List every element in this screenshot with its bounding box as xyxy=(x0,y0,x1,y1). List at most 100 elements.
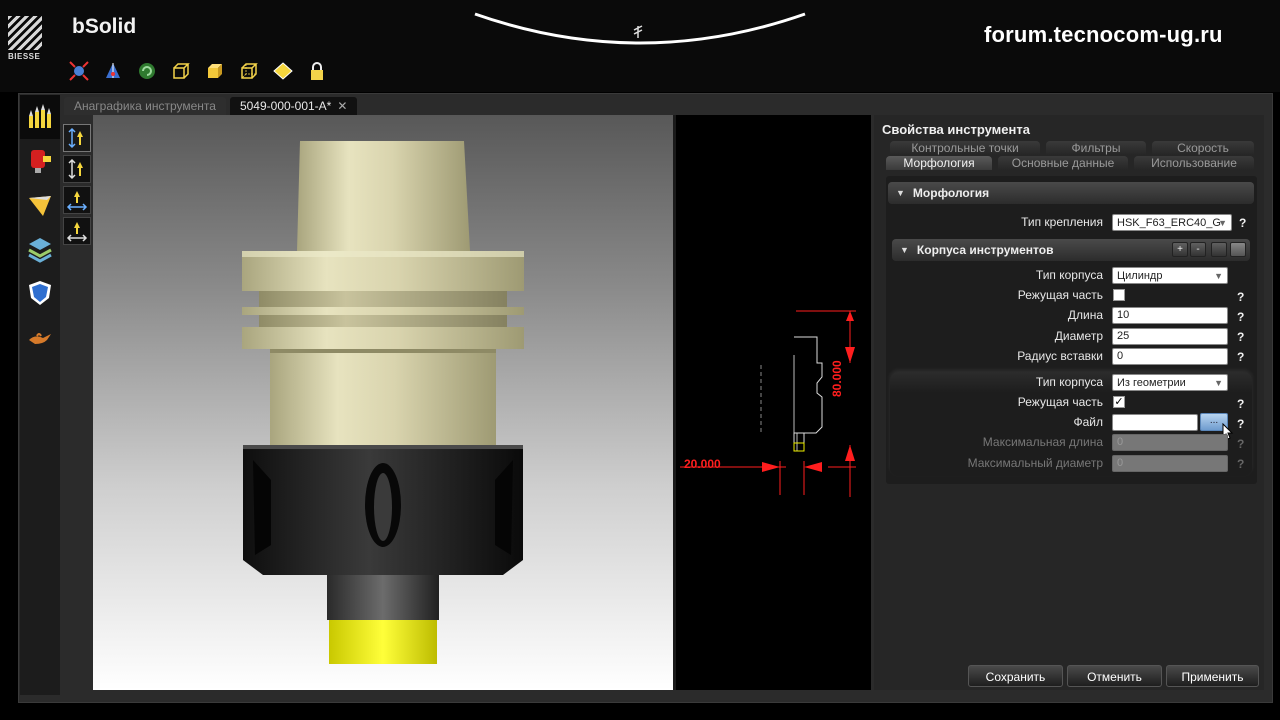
max-length-label: Максимальная длина xyxy=(982,435,1103,449)
axis-view-icon[interactable] xyxy=(100,58,126,84)
file-label: Файл xyxy=(1073,415,1103,429)
refresh-icon[interactable] xyxy=(134,58,160,84)
top-bar: BIESSE bSolid forum.tecnocom-ug.ru xyxy=(0,0,1280,92)
tools-icon xyxy=(29,104,51,128)
lock-icon[interactable] xyxy=(304,58,330,84)
save-button[interactable]: Сохранить xyxy=(968,665,1063,687)
cutting-part-checkbox[interactable] xyxy=(1113,289,1125,301)
shield-icon xyxy=(29,281,51,305)
tool-holder-model xyxy=(242,141,524,664)
biesse-logo-text: BIESSE xyxy=(8,52,41,61)
cutting-part-label: Режущая часть xyxy=(1017,395,1103,409)
horizontal-arrows-icon xyxy=(66,222,88,242)
max-diameter-label: Максимальный диаметр xyxy=(967,456,1103,470)
view-tool-4[interactable] xyxy=(63,217,91,245)
body-type-value: Из геометрии xyxy=(1117,377,1186,389)
tab-morphology[interactable]: Морфология xyxy=(886,156,992,170)
help-icon[interactable]: ? xyxy=(1239,216,1246,230)
remove-body-button[interactable]: - xyxy=(1190,242,1206,257)
layers-icon xyxy=(28,238,52,263)
blade-icon xyxy=(29,196,51,216)
body-type-label: Тип корпуса xyxy=(1035,375,1103,389)
help-icon: ? xyxy=(1237,457,1245,471)
vertical-arrows-icon xyxy=(68,158,83,180)
view-tools xyxy=(63,124,91,245)
body-options-button[interactable] xyxy=(1230,242,1246,257)
view-tool-2[interactable] xyxy=(63,155,91,183)
body-type-label: Тип корпуса xyxy=(1035,268,1103,282)
body-type-select[interactable]: Из геометрии ▼ xyxy=(1112,374,1228,391)
wireframe-cube-icon[interactable] xyxy=(168,58,194,84)
biesse-logo: BIESSE xyxy=(8,16,44,62)
sidebar-item-layers[interactable] xyxy=(20,227,60,271)
top-view-diamond-icon[interactable] xyxy=(270,58,296,84)
mount-type-label: Тип крепления xyxy=(1021,215,1103,229)
mount-type-select[interactable]: HSK_F63_ERC40_G ▼ xyxy=(1112,214,1232,231)
diameter-input[interactable] xyxy=(1112,328,1228,345)
panel-title: Свойства инструмента xyxy=(882,122,1030,137)
insert-radius-input[interactable] xyxy=(1112,348,1228,365)
move-body-button[interactable] xyxy=(1211,242,1227,257)
sidebar-item-shield[interactable] xyxy=(20,271,60,315)
tab-speed[interactable]: Скорость xyxy=(1152,141,1254,155)
section-morphology-header[interactable]: ▼ Морфология xyxy=(888,182,1254,204)
length-input[interactable] xyxy=(1112,307,1228,324)
zoom-fit-icon[interactable] xyxy=(66,58,92,84)
sidebar-item-blades[interactable] xyxy=(20,183,60,227)
insert-radius-label: Радиус вставки xyxy=(1017,349,1103,363)
help-icon: ? xyxy=(1237,437,1245,451)
profile-drawing xyxy=(680,310,856,497)
sidebar-item-tools[interactable] xyxy=(20,95,60,139)
file-input[interactable] xyxy=(1112,414,1198,431)
solid-cube-icon[interactable] xyxy=(202,58,228,84)
app-title: bSolid xyxy=(72,15,137,38)
body-type-select[interactable]: Цилиндр ▼ xyxy=(1112,267,1228,284)
max-length-input xyxy=(1112,434,1228,451)
left-sidebar xyxy=(20,95,60,695)
chevron-down-icon: ▼ xyxy=(1214,378,1223,388)
horizontal-arrows-icon xyxy=(66,191,88,211)
collapse-triangle-icon: ▼ xyxy=(896,188,905,198)
diameter-label: Диаметр xyxy=(1054,329,1103,343)
dimension-width-label: 20.000 xyxy=(684,457,721,471)
tab-usage[interactable]: Использование xyxy=(1134,156,1254,170)
cancel-button[interactable]: Отменить xyxy=(1067,665,1162,687)
cutting-part-label: Режущая часть xyxy=(1017,288,1103,302)
help-icon[interactable]: ? xyxy=(1237,397,1244,411)
tab-label: Анаграфика инструмента xyxy=(74,99,216,113)
section-title: Морфология xyxy=(912,186,990,200)
dimension-height-label: 80.000 xyxy=(830,360,844,397)
apply-button[interactable]: Применить xyxy=(1166,665,1259,687)
3d-viewport[interactable] xyxy=(93,115,673,690)
tab-control-points[interactable]: Контрольные точки xyxy=(890,141,1040,155)
length-label: Длина xyxy=(1067,308,1103,322)
help-icon[interactable]: ? xyxy=(1237,350,1244,364)
document-tabs: Анаграфика инструмента 5049-000-001-A* ✕ xyxy=(64,97,358,115)
aggregate-icon xyxy=(31,150,51,173)
max-diameter-input xyxy=(1112,455,1228,472)
hidden-line-cube-icon[interactable] xyxy=(236,58,262,84)
watermark: forum.tecnocom-ug.ru xyxy=(984,22,1223,47)
section-title: Корпуса инструментов xyxy=(916,243,1054,257)
help-icon[interactable]: ? xyxy=(1237,310,1244,324)
view-tool-1[interactable] xyxy=(63,124,91,152)
add-body-button[interactable]: + xyxy=(1172,242,1188,257)
view-tool-3[interactable] xyxy=(63,186,91,214)
help-icon[interactable]: ? xyxy=(1237,330,1244,344)
chevron-down-icon: ▼ xyxy=(1218,218,1227,228)
2d-viewport[interactable]: 80.000 20.000 xyxy=(676,115,871,690)
genie-lamp-icon xyxy=(29,333,51,344)
tab-filters[interactable]: Фильтры xyxy=(1046,141,1146,155)
help-icon[interactable]: ? xyxy=(1237,290,1244,304)
tab-tool-registry[interactable]: Анаграфика инструмента xyxy=(64,97,226,115)
collapse-triangle-icon: ▼ xyxy=(900,245,909,255)
tab-basic-data[interactable]: Основные данные xyxy=(998,156,1128,170)
mount-type-value: HSK_F63_ERC40_G xyxy=(1117,217,1221,229)
sidebar-item-aggregates[interactable] xyxy=(20,139,60,183)
tab-current-tool[interactable]: 5049-000-001-A* ✕ xyxy=(229,97,358,115)
cutting-part-checkbox[interactable]: ✓ xyxy=(1113,396,1125,408)
sidebar-item-wizard[interactable] xyxy=(20,315,60,359)
decorative-arc xyxy=(474,12,806,45)
help-icon[interactable]: ? xyxy=(1237,417,1244,431)
close-icon[interactable]: ✕ xyxy=(337,97,347,115)
